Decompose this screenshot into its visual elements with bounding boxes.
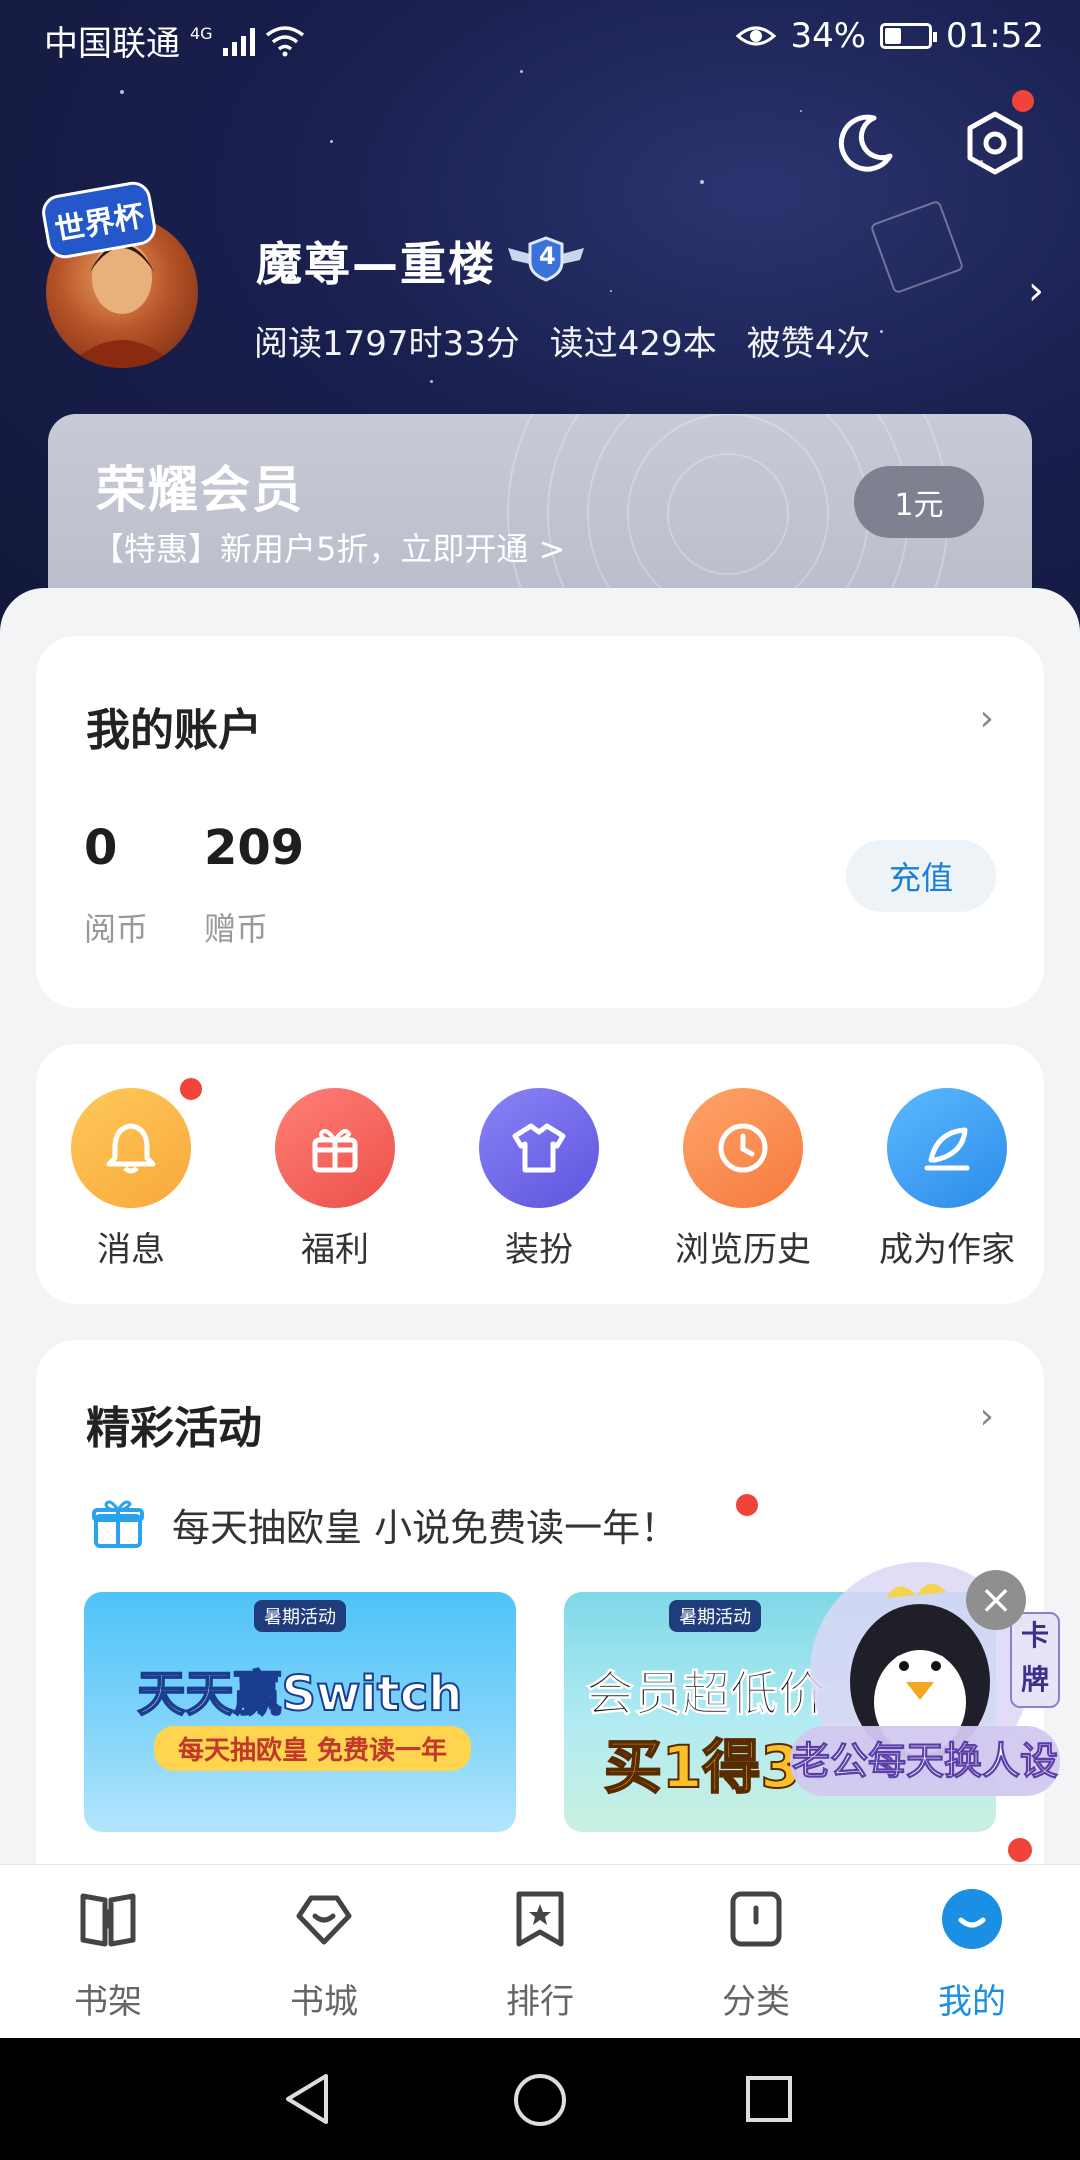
activity-banner-switch[interactable]: 暑期活动 天天赢Switch 每天抽欧皇 免费读一年 [84, 1592, 516, 1832]
coin-balance: 0 [84, 820, 118, 876]
vip-subtitle[interactable]: 【特惠】新用户5折，立即开通 > [92, 524, 565, 570]
banner-tag: 暑期活动 [254, 1600, 346, 1632]
settings-notification-dot [1012, 90, 1034, 112]
floating-promo-text[interactable]: 老公每天换人设 [790, 1726, 1060, 1796]
tab-label: 我的 [938, 1982, 1006, 2022]
gift-coin-balance: 209 [204, 820, 305, 876]
carrier-label: 中国联通 [44, 24, 180, 64]
coin-label: 阅币 [84, 910, 149, 948]
shortcut-label: 浏览历史 [675, 1230, 811, 1270]
user-stats: 阅读1797时33分 读过429本 被赞4次 [254, 316, 870, 365]
tab-bookshelf[interactable]: 书架 [28, 1886, 188, 2023]
network-type: 4G [190, 24, 213, 43]
banner-title: 天天赢Switch [137, 1665, 464, 1723]
profile-icon [942, 1889, 1002, 1949]
shortcut-welfare[interactable]: 福利 [260, 1088, 410, 1271]
tab-label: 书架 [74, 1982, 142, 2022]
signal-icon [222, 26, 255, 56]
vip-title: 荣耀会员 [96, 461, 304, 519]
gift-icon [312, 1129, 358, 1173]
bell-icon [106, 1123, 156, 1174]
banner-subtitle: 买1得3 [603, 1732, 802, 1802]
wifi-icon [265, 25, 304, 56]
card-badge[interactable]: 卡牌 [1010, 1612, 1060, 1708]
tab-label: 分类 [722, 1982, 790, 2022]
tab-label: 书城 [290, 1982, 358, 2022]
banner-tag: 暑期活动 [669, 1600, 762, 1632]
likes-count: 被赞4次 [746, 324, 871, 364]
activity-chevron-icon[interactable]: › [980, 1396, 994, 1437]
bookshelf-icon [80, 1893, 136, 1947]
system-navigation-bar [0, 2038, 1080, 2160]
settings-icon[interactable] [960, 108, 1030, 178]
shortcut-label: 消息 [97, 1230, 165, 1270]
ranking-icon [516, 1891, 564, 1947]
tab-profile[interactable]: 我的 [892, 1886, 1052, 2023]
clock: 01:52 [946, 16, 1044, 56]
tab-label: 排行 [506, 1982, 574, 2022]
level-number: 4 [539, 242, 556, 270]
recent-apps-icon[interactable] [744, 2074, 794, 2124]
shortcut-become-author[interactable]: 成为作家 [872, 1088, 1022, 1271]
bookstore-icon [296, 1895, 352, 1945]
category-icon [730, 1891, 782, 1947]
reading-time: 阅读1797时33分 [254, 324, 520, 364]
eye-comfort-icon [736, 26, 777, 46]
account-title[interactable]: 我的账户 [86, 694, 262, 758]
status-bar: 中国联通 4G 34% 01:52 [0, 0, 1080, 74]
battery-icon [880, 23, 938, 49]
shortcut-label: 装扮 [505, 1230, 573, 1270]
account-card [36, 636, 1044, 1008]
books-read: 读过429本 [549, 324, 717, 364]
shortcut-label: 福利 [301, 1230, 369, 1270]
gift-coin-label: 赠币 [204, 910, 269, 948]
messages-notification-dot [180, 1078, 202, 1100]
vip-card[interactable]: 荣耀会员 【特惠】新用户5折，立即开通 > 1元 [48, 414, 1032, 614]
activity-headline[interactable]: 每天抽欧皇 小说免费读一年！ [88, 1494, 678, 1554]
home-icon[interactable] [512, 2072, 568, 2128]
clock-icon [718, 1123, 768, 1173]
tab-category[interactable]: 分类 [676, 1886, 836, 2023]
recharge-button[interactable]: 充值 [846, 840, 996, 912]
tab-ranking[interactable]: 排行 [460, 1886, 620, 2023]
tab-bookstore[interactable]: 书城 [244, 1886, 404, 2023]
constellation-decoration [869, 199, 965, 295]
activity-notification-dot [736, 1494, 758, 1516]
shortcut-history[interactable]: 浏览历史 [668, 1088, 818, 1271]
battery-percent: 34% [790, 16, 867, 56]
username[interactable]: 魔尊—重楼 [256, 228, 496, 294]
account-chevron-icon[interactable]: › [980, 698, 994, 739]
profile-chevron-icon[interactable]: › [1028, 268, 1044, 314]
pen-icon [924, 1127, 970, 1171]
banner-subtitle: 每天抽欧皇 免费读一年 [154, 1726, 472, 1771]
level-badge: 4 [506, 234, 586, 284]
activity-headline-text: 每天抽欧皇 小说免费读一年！ [172, 1505, 679, 1550]
profile-tab-notification-dot [1008, 1838, 1032, 1862]
shortcut-dressup[interactable]: 装扮 [464, 1088, 614, 1271]
shortcut-messages[interactable]: 消息 [56, 1088, 206, 1271]
activity-title[interactable]: 精彩活动 [86, 1392, 262, 1456]
gift-icon [92, 1500, 144, 1548]
shortcut-label: 成为作家 [879, 1230, 1015, 1270]
night-mode-icon[interactable] [830, 108, 900, 178]
close-icon[interactable]: × [966, 1570, 1026, 1630]
vip-price-button[interactable]: 1元 [854, 466, 984, 538]
shirt-icon [512, 1123, 566, 1173]
back-icon[interactable] [282, 2072, 332, 2126]
